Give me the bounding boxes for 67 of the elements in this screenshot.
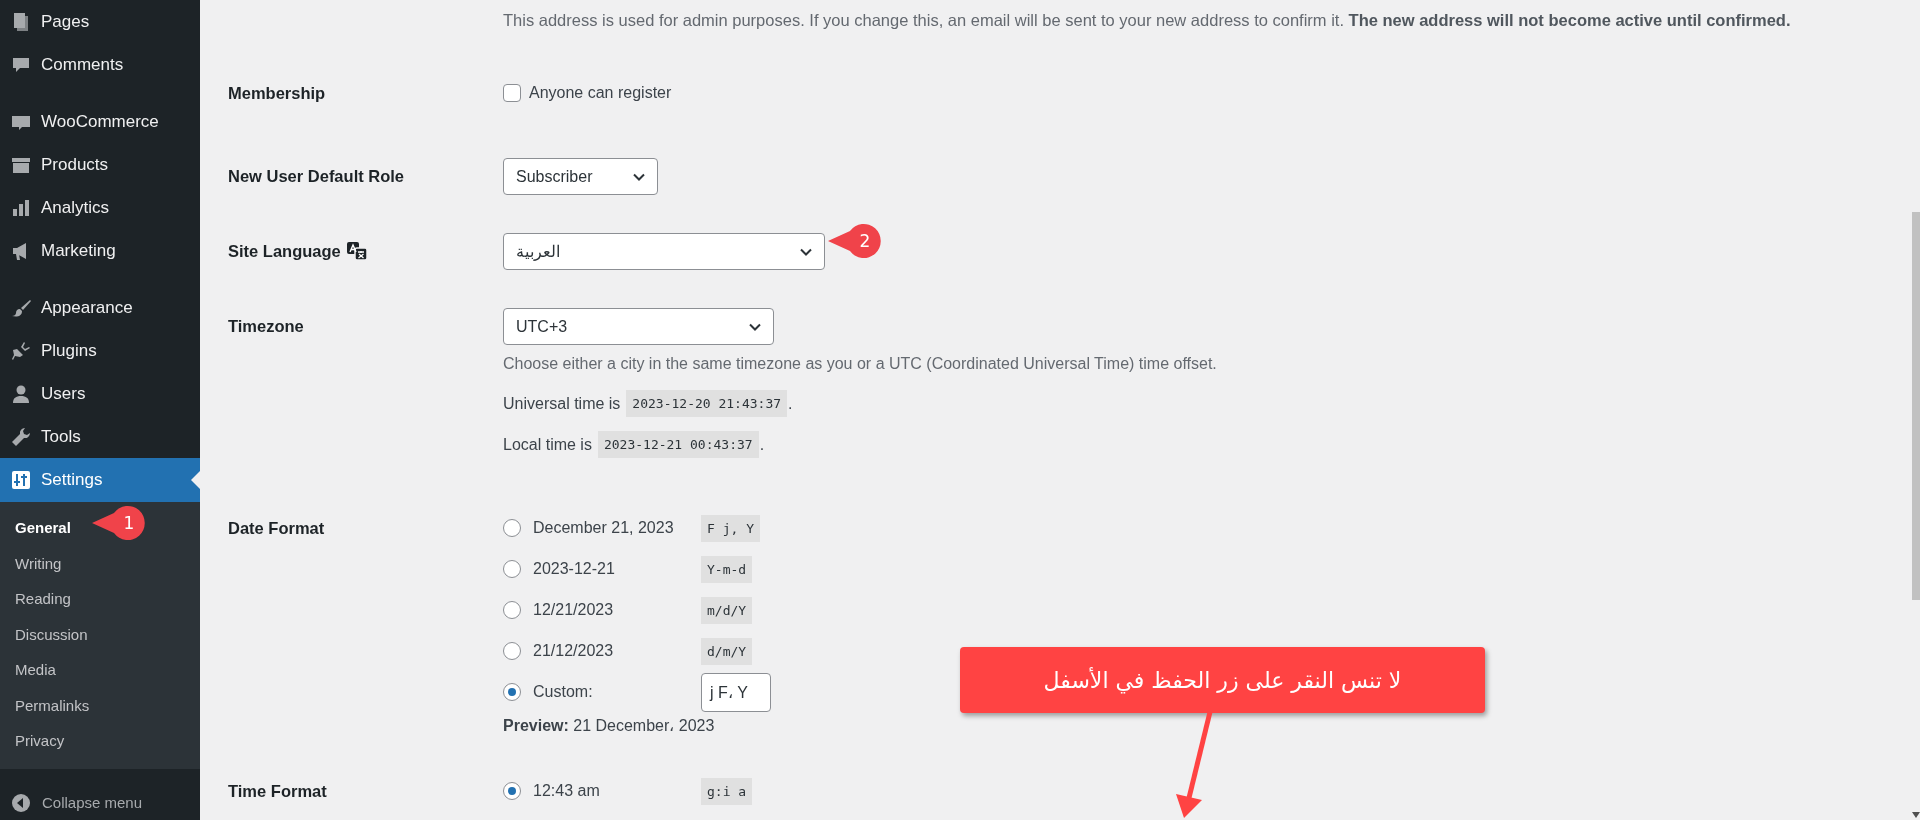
- radio-button[interactable]: [503, 683, 521, 701]
- submenu-item[interactable]: Discussion: [0, 616, 88, 652]
- format-code: F j, Y: [701, 514, 760, 542]
- field-label: New User Default Role: [228, 166, 405, 186]
- collapse-menu-button[interactable]: Collapse menu: [0, 776, 200, 820]
- sidebar-item[interactable]: WooCommerce: [0, 100, 200, 143]
- translate-icon: [346, 242, 367, 260]
- period: .: [759, 435, 765, 454]
- radio-button[interactable]: [503, 560, 521, 578]
- radio-button[interactable]: [503, 601, 521, 619]
- submenu-item[interactable]: Permalinks: [0, 687, 90, 723]
- role-dropdown[interactable]: Subscriber: [503, 158, 658, 195]
- timezone-description: Choose either a city in the same timezone as you or a UTC (Coordinated Universal Time) time offset.: [503, 354, 1217, 374]
- email-note: This address is used for admin purposes. If you change this, an email will be sent to your new address to confirm it. The new address will not become active until confirmed.: [503, 10, 1792, 31]
- radio-button[interactable]: [503, 519, 521, 537]
- submenu-item[interactable]: Privacy: [0, 723, 65, 759]
- time-value: 2023-12-21 00:43:37: [597, 431, 759, 458]
- checkbox-label: Anyone can register: [529, 84, 672, 102]
- submenu-item[interactable]: General: [0, 510, 71, 546]
- sliders-icon: [11, 470, 31, 490]
- checkbox[interactable]: [503, 84, 521, 102]
- field-label: Timezone: [228, 316, 304, 336]
- time-value: 2023-12-20 21:43:37: [626, 390, 788, 417]
- radio-button[interactable]: [503, 642, 521, 660]
- field-label: Date Format: [228, 518, 325, 538]
- period: .: [788, 394, 793, 413]
- radio-label: 21/12/2023: [533, 642, 615, 660]
- plug-icon: [11, 340, 31, 361]
- radio-label: 2023-12-21: [533, 560, 616, 578]
- person-icon: [11, 383, 31, 404]
- submenu-item[interactable]: Media: [0, 652, 56, 688]
- sidebar-item[interactable]: Users: [0, 372, 200, 415]
- sidebar-item[interactable]: Analytics: [0, 186, 200, 229]
- radio-label: Custom:: [533, 683, 594, 701]
- timezone-dropdown[interactable]: UTC+3: [503, 308, 774, 345]
- time-label: Universal time is: [503, 394, 621, 413]
- submenu-item[interactable]: Writing: [0, 545, 62, 581]
- radio-label: December 21, 2023: [533, 519, 675, 537]
- field-label: Time Format: [228, 781, 327, 801]
- pages-icon: [11, 11, 31, 32]
- paintbrush-icon: [11, 297, 31, 318]
- sidebar-item[interactable]: Tools: [0, 415, 200, 458]
- time-label: Local time is: [503, 435, 592, 454]
- language-dropdown[interactable]: العربية: [503, 233, 825, 270]
- sidebar-item[interactable]: Pages: [0, 0, 200, 43]
- field-label: Membership: [228, 83, 326, 103]
- sidebar-item[interactable]: Appearance: [0, 286, 200, 329]
- radio-label: 12:43 am: [533, 782, 601, 800]
- scroll-down-icon[interactable]: [1912, 812, 1920, 818]
- bar-chart-icon: [11, 197, 31, 218]
- format-code: g:i a: [701, 777, 753, 805]
- submenu-item[interactable]: Reading: [0, 581, 71, 617]
- sidebar-item[interactable]: Plugins: [0, 329, 200, 372]
- custom-format-field[interactable]: j F، Y: [701, 672, 771, 712]
- sidebar-item[interactable]: Products: [0, 143, 200, 186]
- radio-button[interactable]: [503, 782, 521, 800]
- format-code: d/m/Y: [701, 637, 753, 665]
- format-code: m/d/Y: [701, 596, 753, 624]
- callout-note: لا تنس النقر على زر الحفظ في الأسفل: [960, 647, 1485, 713]
- radio-label: 12/21/2023: [533, 601, 615, 619]
- scrollbar-thumb[interactable]: [1912, 212, 1920, 600]
- sidebar-item[interactable]: Comments: [0, 43, 200, 86]
- format-code: Y-m-d: [701, 555, 753, 583]
- sidebar-item[interactable]: Marketing: [0, 229, 200, 272]
- sidebar-item[interactable]: Settings: [0, 458, 200, 502]
- field-label: Site Language: [228, 241, 341, 261]
- wrench-icon: [11, 426, 31, 447]
